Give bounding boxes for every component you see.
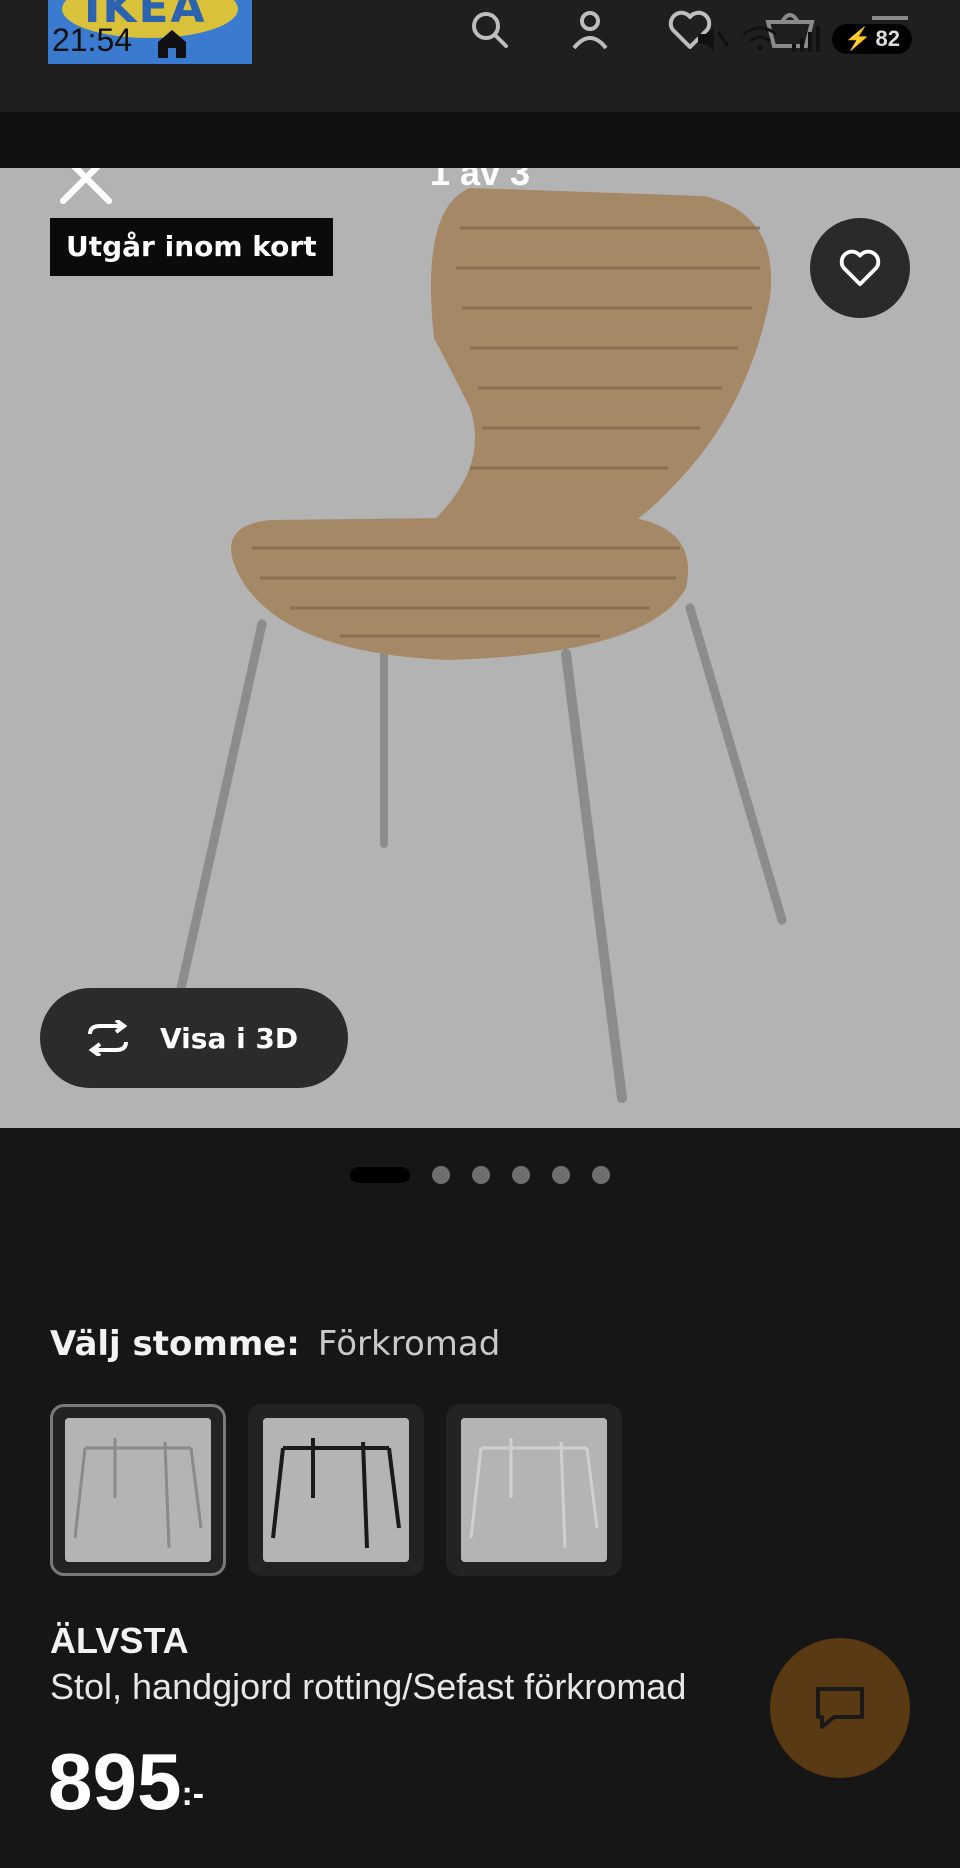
status-icons: ⚡ 82 xyxy=(694,24,912,54)
carousel-dot-active[interactable] xyxy=(350,1167,410,1183)
product-image-gallery[interactable]: 1 av 3 Utgår inom kort Visa i 3D xyxy=(0,168,960,1128)
frame-selector-heading: Välj stomme: Förkromad xyxy=(50,1324,500,1364)
frame-options xyxy=(50,1404,622,1576)
frame-option-white[interactable] xyxy=(446,1404,622,1576)
signal-icon xyxy=(792,26,821,52)
chair-image xyxy=(173,188,787,1103)
chat-button[interactable] xyxy=(770,1638,910,1778)
battery-indicator: ⚡ 82 xyxy=(832,24,912,54)
price-suffix: :- xyxy=(181,1775,205,1813)
account-icon[interactable] xyxy=(560,0,620,60)
product-name: ÄLVSTA xyxy=(50,1620,189,1661)
frame-option-chrome[interactable] xyxy=(50,1404,226,1576)
header-subbar xyxy=(0,112,960,168)
favorite-button[interactable] xyxy=(810,218,910,318)
frame-selector-value: Förkromad xyxy=(317,1324,501,1364)
discontinued-badge: Utgår inom kort xyxy=(50,218,333,276)
carousel-dot[interactable] xyxy=(472,1166,490,1184)
search-icon[interactable] xyxy=(460,0,520,60)
rotate-3d-icon xyxy=(88,1020,128,1056)
frame-option-black[interactable] xyxy=(248,1404,424,1576)
frame-white-thumbnail xyxy=(461,1418,607,1562)
carousel-dot[interactable] xyxy=(592,1166,610,1184)
image-counter: 1 av 3 xyxy=(429,168,531,193)
frame-selector-label: Välj stomme: xyxy=(50,1324,300,1364)
carousel-dot[interactable] xyxy=(432,1166,450,1184)
view-in-3d-label: Visa i 3D xyxy=(160,1021,299,1055)
wifi-icon xyxy=(743,26,778,51)
frame-black-thumbnail xyxy=(263,1418,409,1562)
frame-chrome-thumbnail xyxy=(65,1418,211,1562)
battery-level: 82 xyxy=(875,26,900,51)
view-in-3d-button[interactable]: Visa i 3D xyxy=(40,988,348,1088)
carousel-dot[interactable] xyxy=(552,1166,570,1184)
price-value: 895 xyxy=(48,1737,182,1826)
carousel-dot[interactable] xyxy=(512,1166,530,1184)
battery-saver-icon: ⚡ xyxy=(844,26,872,51)
site-header: IKEA 21:54 ⚡ 82 xyxy=(0,0,960,112)
product-price: 895 :- xyxy=(48,1736,204,1828)
home-icon xyxy=(158,30,186,58)
carousel-dots xyxy=(0,1166,960,1184)
status-time: 21:54 xyxy=(52,22,133,58)
heart-icon xyxy=(839,249,881,287)
product-description: Stol, handgjord rotting/Sefast förkromad xyxy=(50,1666,687,1707)
mute-icon xyxy=(698,27,730,51)
chat-icon xyxy=(816,1687,864,1729)
